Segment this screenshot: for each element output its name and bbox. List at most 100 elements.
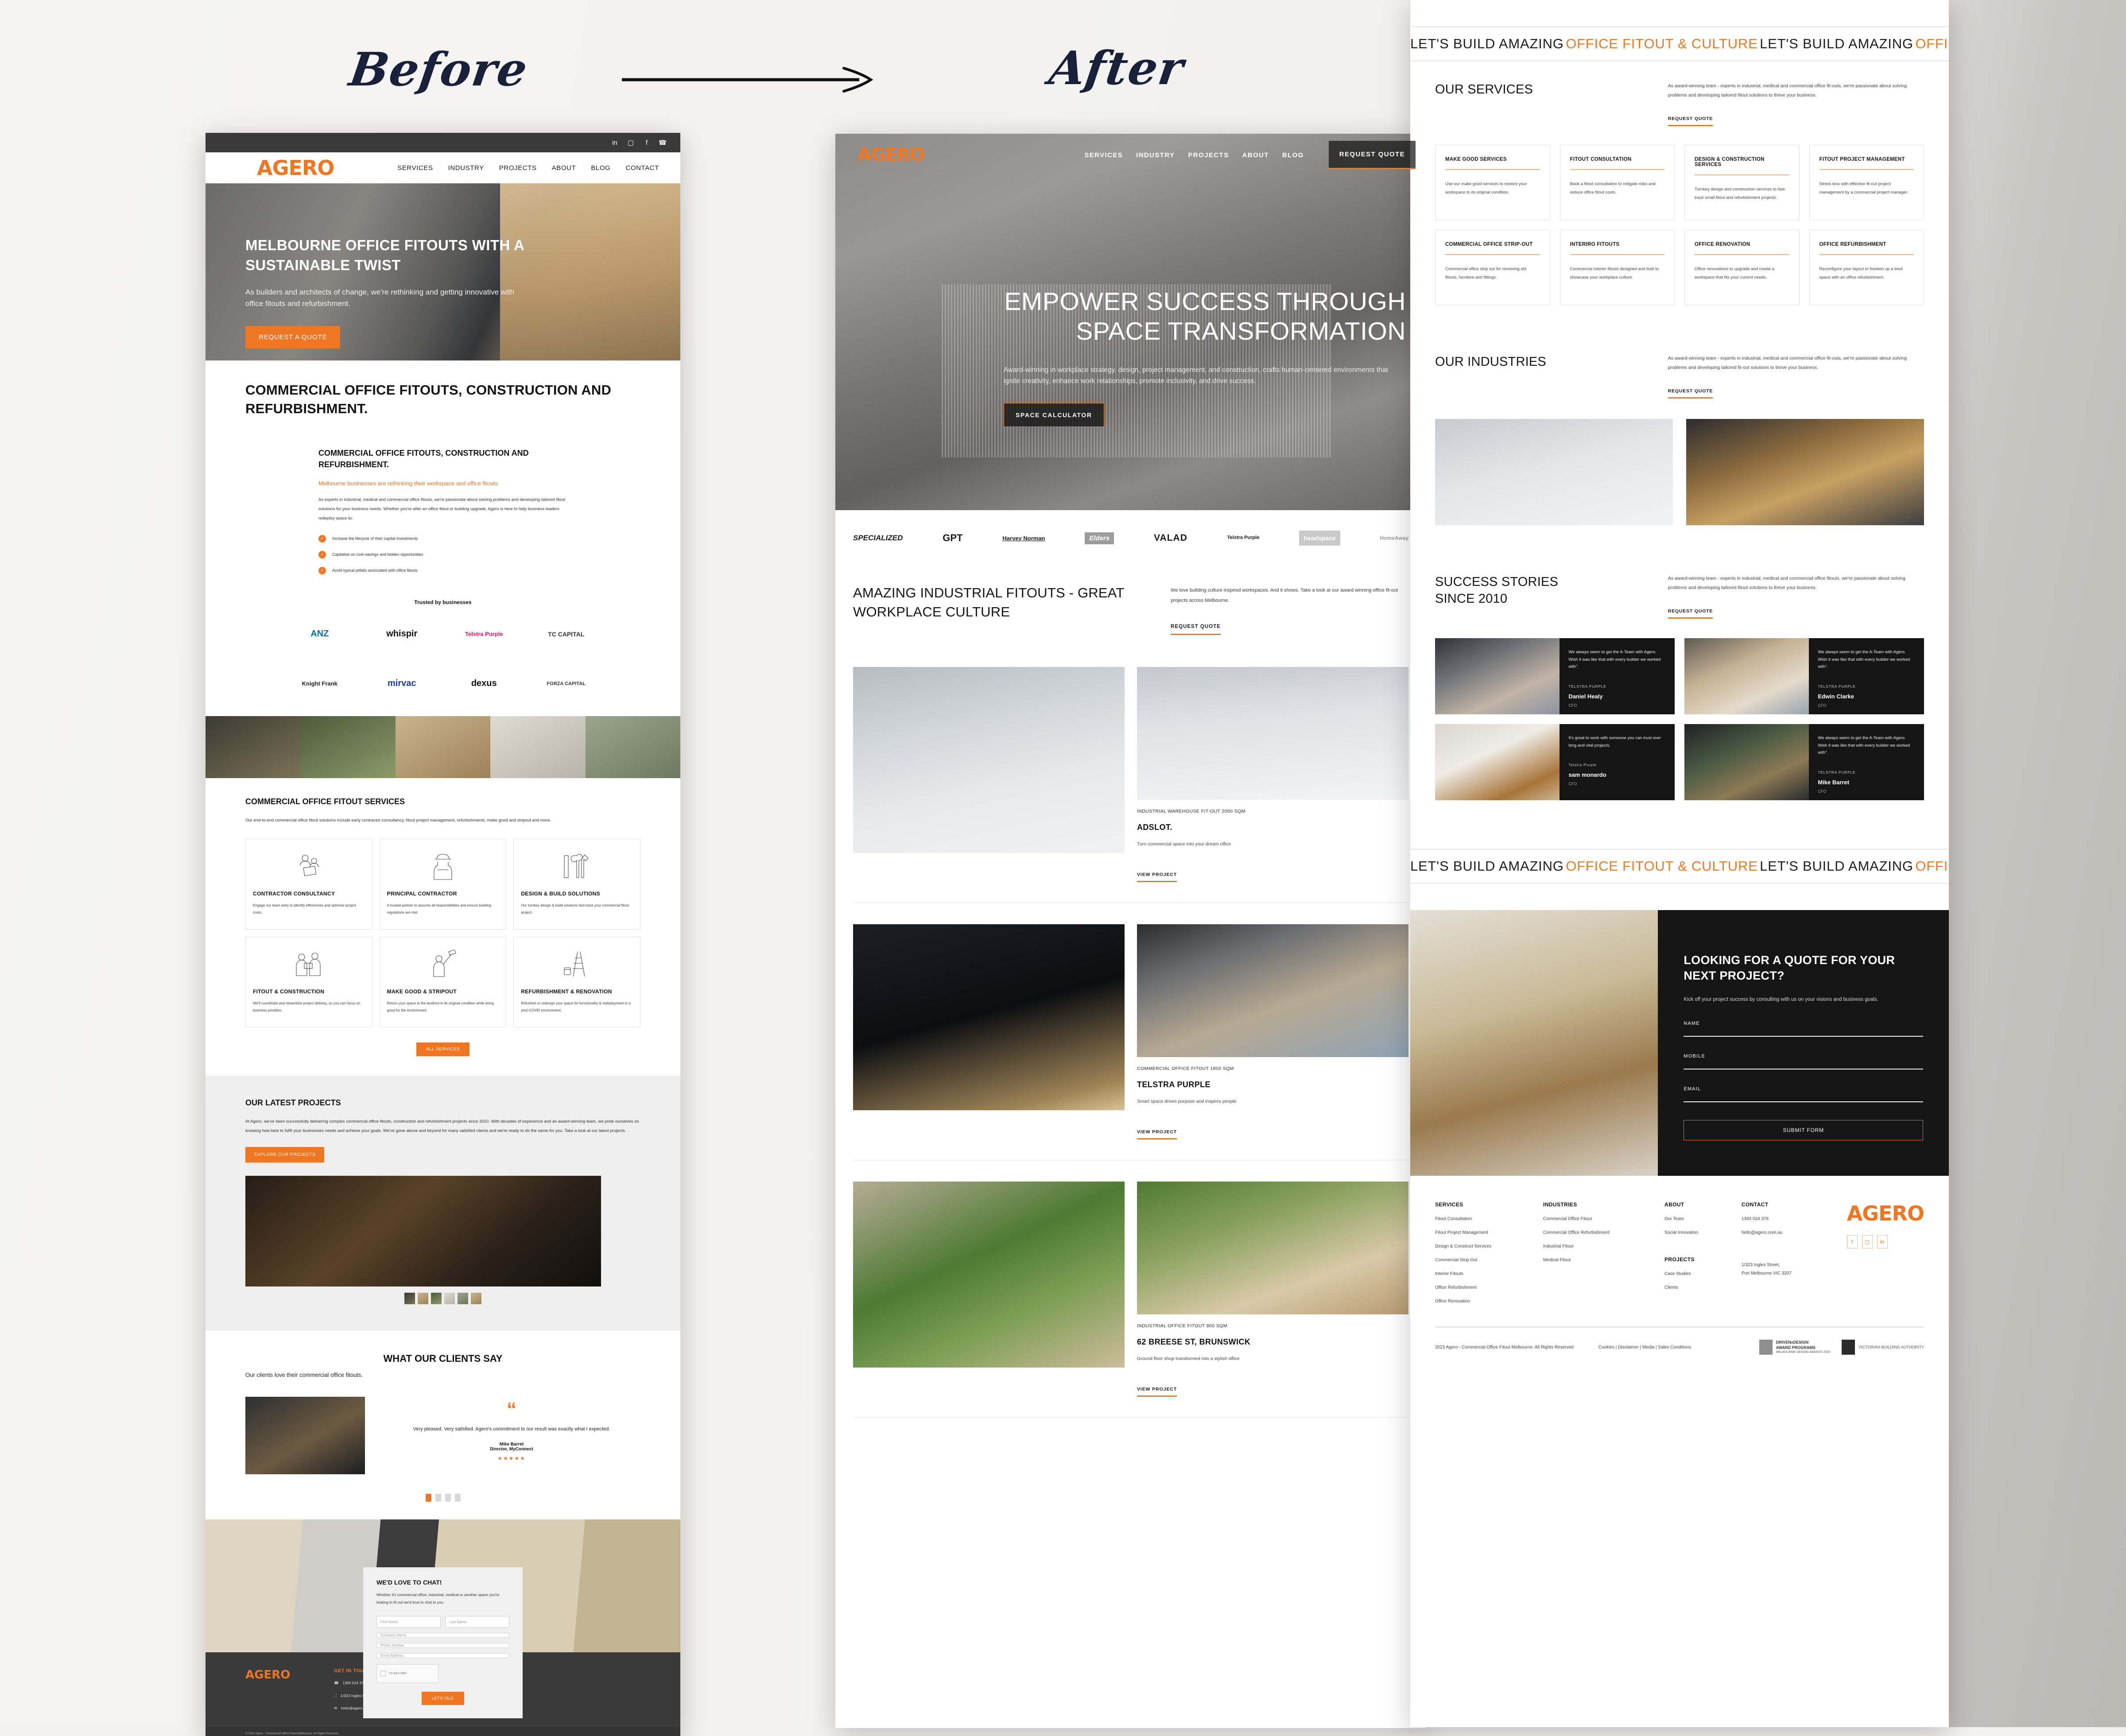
after-logo[interactable]: AGERO (857, 145, 925, 165)
footer-link[interactable]: Fitout Consultation (1435, 1217, 1524, 1221)
nav-item-services[interactable]: SERVICES (397, 164, 433, 172)
phone-number-input[interactable]: Phone Number (376, 1643, 509, 1648)
carousel-dot[interactable] (445, 1494, 451, 1502)
view-project-link[interactable]: VIEW PROJECT (1137, 872, 1177, 883)
service-card[interactable]: FITOUT CONSULTATION Book a fitout consult… (1560, 145, 1675, 220)
nav-item-services[interactable]: SERVICES (1084, 151, 1123, 159)
footer-link[interactable]: Social Innovation (1664, 1230, 1722, 1235)
request-quote-link[interactable]: REQUEST QUOTE (1668, 608, 1713, 619)
view-project-link[interactable]: VIEW PROJECT (1137, 1129, 1177, 1139)
facebook-icon[interactable]: f (1847, 1235, 1858, 1248)
facebook-icon[interactable]: f (642, 138, 651, 147)
service-card[interactable]: MAKE GOOD & STRIPOUT Return your space t… (379, 936, 507, 1027)
thumbnail[interactable] (458, 1293, 468, 1305)
request-quote-link[interactable]: REQUEST QUOTE (1668, 116, 1713, 126)
project-photo-left[interactable] (853, 924, 1125, 1111)
recaptcha-widget[interactable]: I'm not a robot (376, 1664, 438, 1683)
view-project-link[interactable]: VIEW PROJECT (1137, 1387, 1177, 1397)
nav-item-projects[interactable]: PROJECTS (1188, 151, 1229, 159)
linkedin-icon[interactable]: in (1877, 1235, 1888, 1248)
service-card[interactable]: DESIGN & CONSTRUCTION SERVICES Turnkey de… (1684, 145, 1800, 220)
nav-item-industry[interactable]: INDUSTRY (448, 164, 484, 172)
footer-link[interactable]: Medical Fitout (1543, 1258, 1645, 1263)
project-photo-left[interactable] (853, 667, 1125, 853)
thumbnail[interactable] (471, 1293, 481, 1305)
service-card[interactable]: OFFICE RENOVATION Office renovations to u… (1684, 230, 1800, 305)
project-photo-right[interactable] (1137, 1181, 1408, 1314)
footer-link[interactable]: Commercial Strip Out (1435, 1258, 1524, 1263)
footer-link[interactable]: Our Team (1664, 1217, 1722, 1221)
all-services-button[interactable]: ALL SERVICES (416, 1042, 469, 1056)
tools-icon (521, 849, 633, 884)
service-card[interactable]: CONTRACTOR CONSULTANCY Engage our team e… (245, 838, 372, 930)
carousel-dot[interactable] (454, 1494, 461, 1502)
nav-item-contact[interactable]: CONTACT (625, 164, 659, 172)
project-photo-right[interactable] (1137, 667, 1408, 800)
project-photo[interactable] (245, 1176, 601, 1287)
service-card[interactable]: INTERIRO FITOUTS Commercial interior fito… (1560, 230, 1675, 305)
request-quote-link[interactable]: REQUEST QUOTE (1668, 388, 1713, 399)
submit-form-button[interactable]: SUBMIT FORM (1684, 1120, 1923, 1141)
service-card[interactable]: DESIGN & BUILD SOLUTIONS Our turnkey des… (513, 838, 640, 930)
carousel-dot[interactable] (435, 1494, 441, 1502)
space-calculator-button[interactable]: SPACE CALCULATOR (1004, 403, 1104, 427)
footer-link[interactable]: Office Refurbishment (1435, 1285, 1524, 1290)
footer-link[interactable]: Fitout Project Management (1435, 1230, 1524, 1235)
name-field[interactable]: NAME (1684, 1021, 1923, 1037)
company-name-input[interactable]: Company Name (376, 1633, 509, 1638)
footer-link[interactable]: Clients (1664, 1285, 1722, 1290)
footer-phone[interactable]: 1300 024 376 (1742, 1217, 1817, 1221)
list-item: ✓ Avoid typical pitfalls associated with … (318, 566, 567, 574)
linkedin-icon[interactable]: in (610, 138, 619, 147)
footer-link[interactable]: Industrial Fitout (1543, 1244, 1645, 1249)
mobile-field[interactable]: MOBILE (1684, 1054, 1923, 1070)
request-quote-button[interactable]: REQUEST QUOTE (1328, 141, 1416, 169)
nav-item-about[interactable]: ABOUT (552, 164, 576, 172)
service-card[interactable]: OFFICE REFURBISHMENT Reconfigure your lay… (1809, 230, 1924, 305)
first-name-input[interactable]: First Name (376, 1616, 441, 1628)
email-field[interactable]: EMAIL (1684, 1086, 1923, 1103)
nav-item-blog[interactable]: BLOG (591, 164, 610, 172)
industry-photo-industrial[interactable] (1435, 419, 1673, 525)
footer-email[interactable]: hello@agero.com.au (1742, 1230, 1817, 1235)
thumbnail[interactable] (418, 1293, 428, 1305)
explore-our-projects-button[interactable]: EXPLORE OUR PROJECTS (245, 1147, 325, 1163)
nav-item-blog[interactable]: BLOG (1282, 151, 1304, 159)
project-block: COMMERCIAL OFFICE FITOUT 1800 SQM TELSTR… (835, 924, 1426, 1139)
footer-link[interactable]: Commercial Office Refurbishment (1543, 1230, 1645, 1235)
before-intro-bullets: ✓ Increase the lifecycle of their capital… (318, 535, 567, 574)
footer-link[interactable]: Office Renovation (1435, 1299, 1524, 1304)
nav-item-projects[interactable]: PROJECTS (499, 164, 537, 172)
nav-item-industry[interactable]: INDUSTRY (1136, 151, 1175, 159)
instagram-icon[interactable]: ▢ (1862, 1235, 1873, 1248)
service-card[interactable]: MAKE GOOD SERVICES Use our make good serv… (1435, 145, 1550, 220)
service-card[interactable]: PRINCIPAL CONTRACTOR A trusted partner t… (379, 838, 507, 930)
footer-link[interactable]: Case Studies (1664, 1271, 1722, 1276)
request-a-quote-button[interactable]: REQUEST A QUOTE (245, 326, 341, 349)
request-quote-link[interactable]: REQUEST QUOTE (1171, 624, 1221, 636)
nav-item-about[interactable]: ABOUT (1242, 151, 1269, 159)
carousel-dot[interactable] (425, 1494, 431, 1502)
footer-link[interactable]: Interior Fitouts (1435, 1271, 1524, 1276)
service-card[interactable]: REFURBISHMENT & RENOVATION Refurbish or … (513, 936, 640, 1027)
footer-link[interactable]: Design & Construct Services (1435, 1244, 1524, 1249)
footer-link[interactable]: Commercial Office Fitout (1543, 1217, 1645, 1221)
vba-mark-icon (1842, 1340, 1855, 1355)
service-card[interactable]: FITOUT & CONSTRUCTION We'll coordinate a… (245, 936, 372, 1027)
industry-photo-retail[interactable] (1686, 419, 1924, 525)
instagram-icon[interactable]: ▢ (626, 138, 635, 147)
thumbnail[interactable] (431, 1293, 442, 1305)
last-name-input[interactable]: Last Name (445, 1616, 509, 1628)
recaptcha-checkbox[interactable] (380, 1671, 386, 1677)
project-photo-left[interactable] (853, 1181, 1125, 1368)
service-card[interactable]: FITOUT PROJECT MANAGEMENT Stress less wit… (1809, 145, 1924, 220)
before-logo[interactable]: AGERO (257, 156, 334, 180)
lets-talk-button[interactable]: LET'S TALK (422, 1692, 464, 1705)
email-address-input[interactable]: Email Address (376, 1653, 509, 1658)
project-photo-right[interactable] (1137, 924, 1408, 1058)
service-card[interactable]: COMMERCIAL OFFICE STRIP-OUT Commercial of… (1435, 230, 1550, 305)
thumbnail[interactable] (404, 1293, 415, 1305)
phone-icon[interactable]: ☎ (658, 138, 667, 147)
thumbnail[interactable] (444, 1293, 455, 1305)
footer-legal-links[interactable]: Cookies | Disclaimer | Media | Sales Con… (1598, 1345, 1691, 1350)
